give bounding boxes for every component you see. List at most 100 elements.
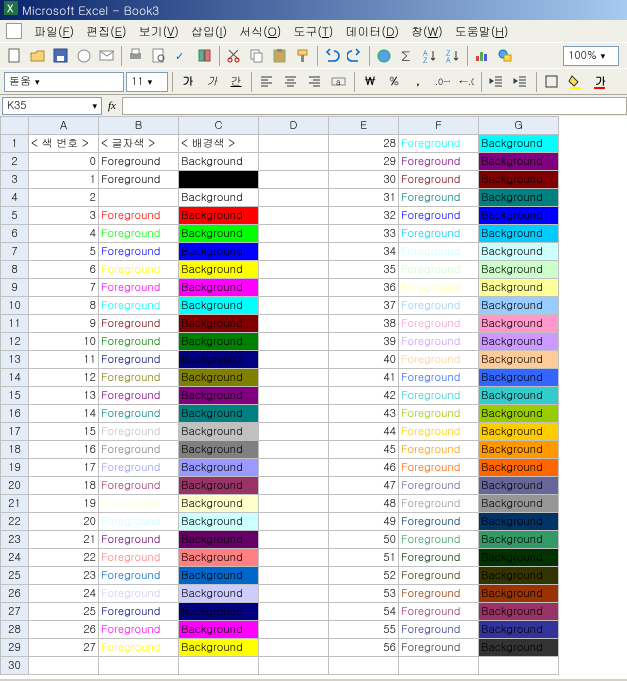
cell-G26[interactable]: Background xyxy=(479,585,559,603)
cell-F11[interactable]: Foreground xyxy=(399,315,479,333)
col-header-C[interactable]: C xyxy=(179,117,259,135)
cell-A8[interactable]: 6 xyxy=(29,261,99,279)
cell-A24[interactable]: 22 xyxy=(29,549,99,567)
cell-B27[interactable]: Foreground xyxy=(99,603,179,621)
cell-F12[interactable]: Foreground xyxy=(399,333,479,351)
cell-E21[interactable]: 48 xyxy=(329,495,399,513)
row-header-8[interactable]: 8 xyxy=(1,261,29,279)
chart-icon[interactable] xyxy=(471,45,493,67)
cell-D23[interactable] xyxy=(259,531,329,549)
col-header-F[interactable]: F xyxy=(399,117,479,135)
align-right-icon[interactable] xyxy=(304,71,326,93)
row-header-29[interactable]: 29 xyxy=(1,639,29,657)
cell-D15[interactable] xyxy=(259,387,329,405)
cell-G5[interactable]: Background xyxy=(479,207,559,225)
cell-G27[interactable]: Background xyxy=(479,603,559,621)
increase-decimal-icon[interactable]: .0→ xyxy=(431,71,453,93)
cell-G21[interactable]: Background xyxy=(479,495,559,513)
cell-C11[interactable]: Background xyxy=(179,315,259,333)
cell-F9[interactable]: Foreground xyxy=(399,279,479,297)
cell-E30[interactable] xyxy=(329,657,399,675)
cell-B9[interactable]: Foreground xyxy=(99,279,179,297)
cell-G13[interactable]: Background xyxy=(479,351,559,369)
merge-icon[interactable]: a xyxy=(328,71,350,93)
row-header-16[interactable]: 16 xyxy=(1,405,29,423)
borders-icon[interactable] xyxy=(541,71,563,93)
cell-B2[interactable]: Foreground xyxy=(99,153,179,171)
cell-E6[interactable]: 33 xyxy=(329,225,399,243)
cell-A22[interactable]: 20 xyxy=(29,513,99,531)
cell-B21[interactable]: Foreground xyxy=(99,495,179,513)
cell-F19[interactable]: Foreground xyxy=(399,459,479,477)
cell-F6[interactable]: Foreground xyxy=(399,225,479,243)
cell-D2[interactable] xyxy=(259,153,329,171)
menu-파일[interactable]: 파일(F) xyxy=(28,21,80,42)
cell-A25[interactable]: 23 xyxy=(29,567,99,585)
cut-icon[interactable] xyxy=(223,45,245,67)
cell-G17[interactable]: Background xyxy=(479,423,559,441)
cell-C27[interactable]: Background xyxy=(179,603,259,621)
redo-icon[interactable] xyxy=(344,45,366,67)
cell-G23[interactable]: Background xyxy=(479,531,559,549)
row-header-15[interactable]: 15 xyxy=(1,387,29,405)
cell-E29[interactable]: 56 xyxy=(329,639,399,657)
cell-F14[interactable]: Foreground xyxy=(399,369,479,387)
cell-A9[interactable]: 7 xyxy=(29,279,99,297)
cell-F5[interactable]: Foreground xyxy=(399,207,479,225)
cell-G11[interactable]: Background xyxy=(479,315,559,333)
cell-E15[interactable]: 42 xyxy=(329,387,399,405)
cell-C15[interactable]: Background xyxy=(179,387,259,405)
cell-D4[interactable] xyxy=(259,189,329,207)
cell-C29[interactable]: Background xyxy=(179,639,259,657)
copy-icon[interactable] xyxy=(246,45,268,67)
cell-C4[interactable]: Background xyxy=(179,189,259,207)
menu-편집[interactable]: 편집(E) xyxy=(80,21,133,42)
font-combo[interactable]: 돋움▾ xyxy=(4,72,124,92)
cell-C22[interactable]: Background xyxy=(179,513,259,531)
cell-G4[interactable]: Background xyxy=(479,189,559,207)
cell-B13[interactable]: Foreground xyxy=(99,351,179,369)
cell-C17[interactable]: Background xyxy=(179,423,259,441)
cell-D16[interactable] xyxy=(259,405,329,423)
italic-icon[interactable]: 가 xyxy=(201,71,223,93)
row-header-12[interactable]: 12 xyxy=(1,333,29,351)
formula-input[interactable] xyxy=(122,97,627,115)
cell-B28[interactable]: Foreground xyxy=(99,621,179,639)
col-header-B[interactable]: B xyxy=(99,117,179,135)
cell-G3[interactable]: Background xyxy=(479,171,559,189)
cell-E4[interactable]: 31 xyxy=(329,189,399,207)
row-header-30[interactable]: 30 xyxy=(1,657,29,675)
cell-A11[interactable]: 9 xyxy=(29,315,99,333)
cell-D30[interactable] xyxy=(259,657,329,675)
menu-데이터[interactable]: 데이터(D) xyxy=(339,21,405,42)
row-header-4[interactable]: 4 xyxy=(1,189,29,207)
cell-B10[interactable]: Foreground xyxy=(99,297,179,315)
col-header-E[interactable]: E xyxy=(329,117,399,135)
format-painter-icon[interactable] xyxy=(292,45,314,67)
cell-A5[interactable]: 3 xyxy=(29,207,99,225)
cell-G14[interactable]: Background xyxy=(479,369,559,387)
row-header-7[interactable]: 7 xyxy=(1,243,29,261)
cell-F13[interactable]: Foreground xyxy=(399,351,479,369)
cell-E19[interactable]: 46 xyxy=(329,459,399,477)
cell-F17[interactable]: Foreground xyxy=(399,423,479,441)
cell-E28[interactable]: 55 xyxy=(329,621,399,639)
cell-A23[interactable]: 21 xyxy=(29,531,99,549)
col-header-G[interactable]: G xyxy=(479,117,559,135)
autosum-icon[interactable]: Σ xyxy=(396,45,418,67)
cell-F15[interactable]: Foreground xyxy=(399,387,479,405)
cell-E27[interactable]: 54 xyxy=(329,603,399,621)
permission-icon[interactable] xyxy=(73,45,95,67)
menu-삽입[interactable]: 삽입(I) xyxy=(185,21,233,42)
cell-F1[interactable]: Foreground xyxy=(399,135,479,153)
cell-F2[interactable]: Foreground xyxy=(399,153,479,171)
underline-icon[interactable]: 간 xyxy=(225,71,247,93)
print-icon[interactable] xyxy=(125,45,147,67)
cell-A19[interactable]: 17 xyxy=(29,459,99,477)
sort-asc-icon[interactable]: AZ xyxy=(419,45,441,67)
row-header-9[interactable]: 9 xyxy=(1,279,29,297)
name-box[interactable]: K35▾ xyxy=(2,97,102,115)
cell-E13[interactable]: 40 xyxy=(329,351,399,369)
row-header-14[interactable]: 14 xyxy=(1,369,29,387)
cell-A18[interactable]: 16 xyxy=(29,441,99,459)
